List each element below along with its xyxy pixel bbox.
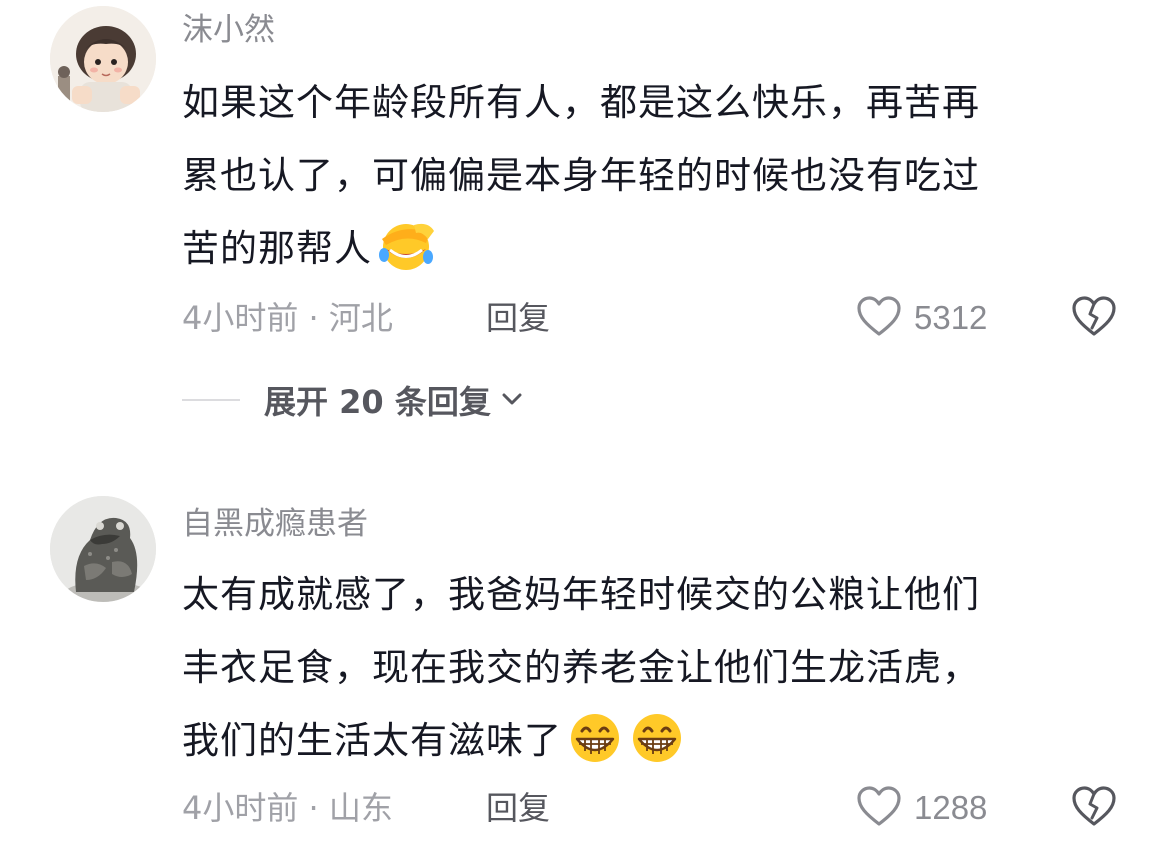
comment-time-location: 4小时前 · 山东 [182,789,393,827]
comment-text-line: 丰衣足食，现在我交的养老金让他们生龙活虎， [182,646,980,689]
expand-replies-label: 展开 20 条回复 [264,383,491,421]
comment-text-line: 太有成就感了，我爸妈年轻时候交的公粮让他们 [182,573,980,616]
comment-text-line: 如果这个年龄段所有人，都是这么快乐，再苦再 [182,81,980,124]
broken-heart-icon[interactable] [1070,784,1118,832]
comment-time-location: 4小时前 · 河北 [182,299,393,337]
like-button[interactable]: 5312 [856,294,987,342]
reply-button[interactable]: 回复 [486,298,550,338]
like-count: 1288 [914,789,988,826]
grinning-emoji-icon [566,711,624,787]
like-count: 5312 [914,299,988,336]
avatar[interactable] [50,496,156,602]
comment-text-line: 累也认了，可偏偏是本身年轻的时候也没有吃过 [182,154,980,197]
comment-text-fragment: 我们的生活太有滋味了 [182,719,562,762]
chevron-down-icon [501,391,523,410]
heart-outline-icon [856,295,902,341]
comment-text-fragment: 苦的那帮人 [182,227,372,270]
reply-button[interactable]: 回复 [486,788,550,828]
comment-text-line: 苦的那帮人 [182,212,1122,285]
avatar-toad-statue [50,496,156,602]
comment-text-line: 我们的生活太有滋味了 [182,704,1122,777]
like-button[interactable]: 1288 [856,784,987,832]
comment-username[interactable]: 自黑成瘾患者 [182,504,368,544]
expand-replies-button[interactable]: 展开 20 条回复 [182,378,523,422]
avatar-girl-illustration [50,6,156,112]
grinning-emoji-icon [628,711,686,787]
comment-username[interactable]: 沫小然 [182,10,275,50]
comment-text: 太有成就感了，我爸妈年轻时候交的公粮让他们 丰衣足食，现在我交的养老金让他们生龙… [182,558,1122,777]
divider [182,399,240,401]
heart-outline-icon [856,785,902,831]
avatar[interactable] [50,6,156,112]
comment-text: 如果这个年龄段所有人，都是这么快乐，再苦再 累也认了，可偏偏是本身年轻的时候也没… [182,66,1122,285]
broken-heart-icon[interactable] [1070,294,1118,342]
facepalm-laughing-emoji-icon [376,219,436,295]
